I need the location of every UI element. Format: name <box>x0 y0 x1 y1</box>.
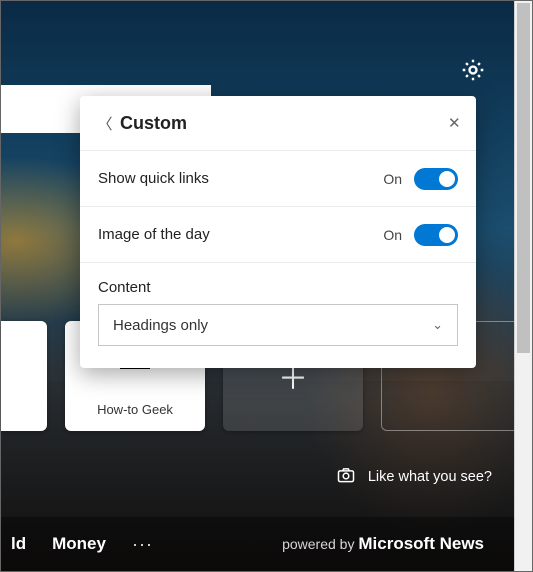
like-text: Like what you see? <box>368 469 492 485</box>
powered-by-label: powered by Microsoft News <box>282 534 484 554</box>
more-icon: ··· <box>132 534 153 554</box>
toggle-show-quick-links[interactable] <box>414 168 458 190</box>
toggle-image-of-the-day[interactable] <box>414 224 458 246</box>
page-layout-popover: 〈 Custom ✕ Show quick links On Image of … <box>80 96 476 368</box>
chevron-left-icon: 〈 <box>97 116 112 133</box>
quick-link-caption: How-to Geek <box>97 402 173 417</box>
nav-more-button[interactable]: ··· <box>132 534 153 555</box>
content-dropdown[interactable]: Headings only ⌄ <box>98 304 458 346</box>
scrollbar-thumb[interactable] <box>517 3 530 353</box>
dropdown-value: Headings only <box>113 317 208 334</box>
popover-title: Custom <box>120 113 444 134</box>
close-button[interactable]: ✕ <box>444 110 462 136</box>
setting-label: Content <box>98 279 458 296</box>
setting-image-of-the-day: Image of the day On <box>80 207 476 263</box>
gear-icon <box>460 70 486 87</box>
setting-show-quick-links: Show quick links On <box>80 151 476 207</box>
nav-item[interactable]: ld <box>11 534 26 554</box>
vertical-scrollbar[interactable] <box>514 1 532 571</box>
chevron-down-icon: ⌄ <box>432 317 443 333</box>
setting-state-text: On <box>383 171 402 187</box>
close-icon: ✕ <box>448 115 461 132</box>
setting-label: Image of the day <box>98 226 383 243</box>
quick-link-tile-partial[interactable] <box>1 321 47 431</box>
back-button[interactable]: 〈 <box>94 113 116 134</box>
news-navbar: ld Money ··· powered by Microsoft News <box>1 517 514 571</box>
setting-label: Show quick links <box>98 170 383 187</box>
popover-header: 〈 Custom ✕ <box>80 96 476 151</box>
nav-item[interactable]: Money <box>52 534 106 554</box>
setting-state-text: On <box>383 227 402 243</box>
setting-content-section: Content Headings only ⌄ <box>80 263 476 346</box>
toggle-knob <box>439 171 455 187</box>
toggle-knob <box>439 227 455 243</box>
camera-icon <box>336 465 356 489</box>
like-what-you-see-link[interactable]: Like what you see? <box>336 465 492 489</box>
page-settings-button[interactable] <box>460 57 486 83</box>
